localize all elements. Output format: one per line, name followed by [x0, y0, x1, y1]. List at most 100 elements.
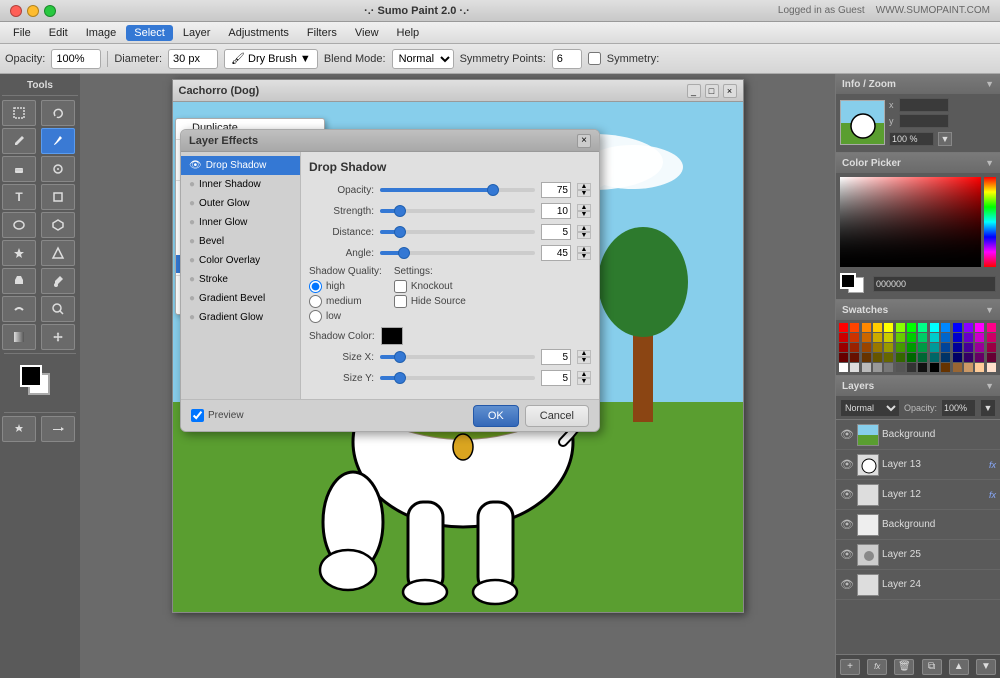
swatch-item[interactable] — [896, 363, 905, 372]
quality-medium-radio[interactable] — [309, 295, 322, 308]
x-coord-input[interactable] — [899, 98, 949, 112]
hue-spectrum[interactable] — [984, 177, 996, 267]
effect-color-overlay[interactable]: ● Color Overlay — [181, 251, 300, 270]
swatch-item[interactable] — [850, 343, 859, 352]
move-down-btn[interactable]: ▼ — [976, 659, 996, 675]
layer-opacity-input[interactable] — [941, 399, 976, 417]
swatches-header[interactable]: Swatches ▼ — [836, 300, 1000, 320]
maximize-button[interactable] — [44, 5, 56, 17]
ok-button[interactable]: OK — [473, 405, 519, 427]
tool-smudge[interactable] — [2, 296, 36, 322]
swatch-item[interactable] — [964, 363, 973, 372]
duplicate-layer-btn[interactable]: ⧉ — [922, 659, 942, 675]
size-x-slider[interactable] — [380, 355, 535, 359]
canvas-window-controls[interactable]: _ □ × — [687, 84, 737, 98]
strength-spin[interactable]: ▲ ▼ — [577, 204, 591, 218]
quality-high[interactable]: high — [309, 280, 382, 293]
swatch-item[interactable] — [884, 343, 893, 352]
blend-mode-select[interactable]: Normal — [392, 49, 454, 69]
dialog-close-btn[interactable]: × — [577, 134, 591, 148]
effect-outer-glow[interactable]: ● Outer Glow — [181, 194, 300, 213]
effect-gradient-glow[interactable]: ● Gradient Glow — [181, 308, 300, 327]
tool-clone[interactable] — [41, 156, 75, 182]
effect-bevel[interactable]: ● Bevel — [181, 232, 300, 251]
swatch-item[interactable] — [964, 353, 973, 362]
opacity-down[interactable]: ▼ — [577, 190, 591, 197]
menu-filters[interactable]: Filters — [299, 25, 345, 41]
swatch-item[interactable] — [930, 343, 939, 352]
swatch-item[interactable] — [862, 363, 871, 372]
size-x-down[interactable]: ▼ — [577, 357, 591, 364]
layer-visibility-icon[interactable]: 👁 — [840, 578, 854, 592]
opacity-value[interactable] — [541, 182, 571, 198]
hide-source-checkbox[interactable] — [394, 295, 407, 308]
color-picker-header[interactable]: Color Picker ▼ — [836, 153, 1000, 173]
foreground-color-swatch[interactable] — [20, 365, 42, 387]
swatch-item[interactable] — [953, 363, 962, 372]
swatch-item[interactable] — [918, 353, 927, 362]
swatch-item[interactable] — [862, 323, 871, 332]
opacity-slider[interactable] — [380, 188, 535, 192]
swatch-item[interactable] — [975, 343, 984, 352]
knockout-checkbox-label[interactable]: Knockout — [394, 280, 466, 293]
angle-slider[interactable] — [380, 251, 535, 255]
swatch-item[interactable] — [907, 333, 916, 342]
tool-ellipse[interactable] — [2, 212, 36, 238]
swatch-item[interactable] — [953, 353, 962, 362]
swatch-item[interactable] — [987, 363, 996, 372]
swatch-item[interactable] — [930, 363, 939, 372]
tool-marquee[interactable] — [2, 100, 36, 126]
tool-pencil[interactable] — [2, 128, 36, 154]
canvas-max-btn[interactable]: □ — [705, 84, 719, 98]
swatch-item[interactable] — [987, 353, 996, 362]
menu-select[interactable]: Select — [126, 25, 173, 41]
swatch-item[interactable] — [964, 333, 973, 342]
size-y-slider[interactable] — [380, 376, 535, 380]
tool-lasso[interactable] — [41, 100, 75, 126]
layer-visibility-icon[interactable]: 👁 — [840, 488, 854, 502]
opacity-spin[interactable]: ▲ ▼ — [577, 183, 591, 197]
swatch-item[interactable] — [987, 323, 996, 332]
swatch-item[interactable] — [873, 333, 882, 342]
effect-inner-shadow[interactable]: ● Inner Shadow — [181, 175, 300, 194]
add-layer-btn[interactable]: + — [840, 659, 860, 675]
angle-value[interactable] — [541, 245, 571, 261]
swatch-item[interactable] — [953, 323, 962, 332]
swatch-item[interactable] — [987, 343, 996, 352]
layers-header[interactable]: Layers ▼ — [836, 376, 1000, 396]
swatch-item[interactable] — [884, 363, 893, 372]
delete-layer-btn[interactable]: 🗑 — [894, 659, 914, 675]
swatch-item[interactable] — [975, 363, 984, 372]
swatch-item[interactable] — [918, 333, 927, 342]
swatch-item[interactable] — [839, 353, 848, 362]
move-up-btn[interactable]: ▲ — [949, 659, 969, 675]
swatch-item[interactable] — [850, 323, 859, 332]
zoom-dropdown-btn[interactable]: ▼ — [938, 132, 952, 146]
quality-low-radio[interactable] — [309, 310, 322, 323]
menu-help[interactable]: Help — [389, 25, 428, 41]
tool-move[interactable] — [41, 324, 75, 350]
swatch-item[interactable] — [964, 323, 973, 332]
preview-checkbox[interactable] — [191, 409, 204, 422]
tool-text[interactable]: T — [2, 184, 36, 210]
swatch-item[interactable] — [975, 323, 984, 332]
swatch-item[interactable] — [873, 363, 882, 372]
menu-view[interactable]: View — [347, 25, 387, 41]
swatch-item[interactable] — [873, 343, 882, 352]
effect-stroke[interactable]: ● Stroke — [181, 270, 300, 289]
swatch-item[interactable] — [953, 333, 962, 342]
tool-wand[interactable] — [2, 416, 36, 442]
swatch-item[interactable] — [918, 323, 927, 332]
swatch-item[interactable] — [918, 363, 927, 372]
swatch-item[interactable] — [918, 343, 927, 352]
quality-low[interactable]: low — [309, 310, 382, 323]
size-y-up[interactable]: ▲ — [577, 371, 591, 378]
effect-eye-icon[interactable]: 👁 — [189, 160, 202, 171]
swatch-item[interactable] — [941, 353, 950, 362]
tool-star[interactable] — [2, 240, 36, 266]
color-gradient-area[interactable] — [840, 177, 981, 267]
swatch-item[interactable] — [862, 353, 871, 362]
swatch-item[interactable] — [907, 363, 916, 372]
window-controls[interactable] — [10, 5, 56, 17]
size-x-up[interactable]: ▲ — [577, 350, 591, 357]
